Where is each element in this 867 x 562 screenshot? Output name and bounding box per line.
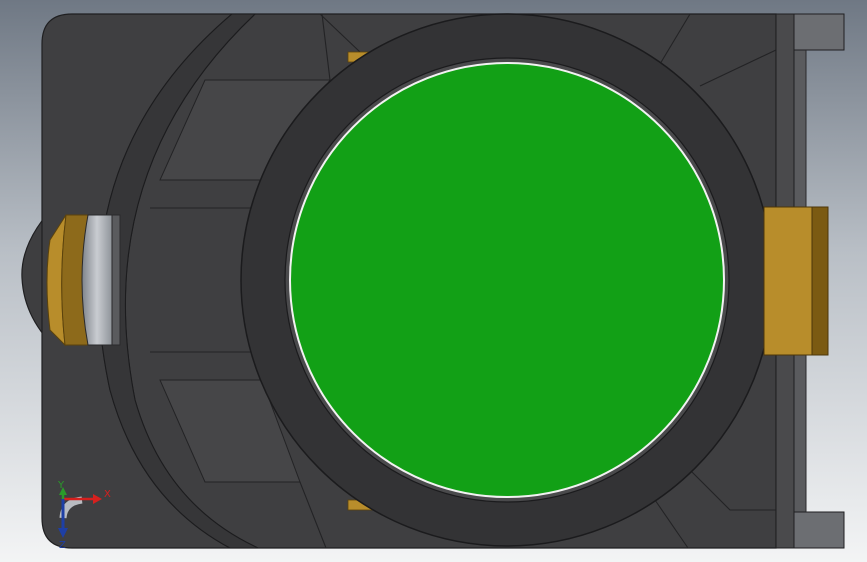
part-model (0, 0, 867, 562)
right-latch (763, 206, 829, 356)
y-axis-label: Y (57, 480, 65, 491)
z-axis-label: Z (59, 540, 66, 551)
x-axis-label: X (104, 489, 111, 500)
green-lens (289, 62, 725, 498)
triad-arc (59, 496, 83, 519)
cad-viewport[interactable]: X Y Z (0, 0, 867, 562)
coordinate-triad: X Y Z (57, 480, 111, 551)
side-window (46, 214, 121, 347)
